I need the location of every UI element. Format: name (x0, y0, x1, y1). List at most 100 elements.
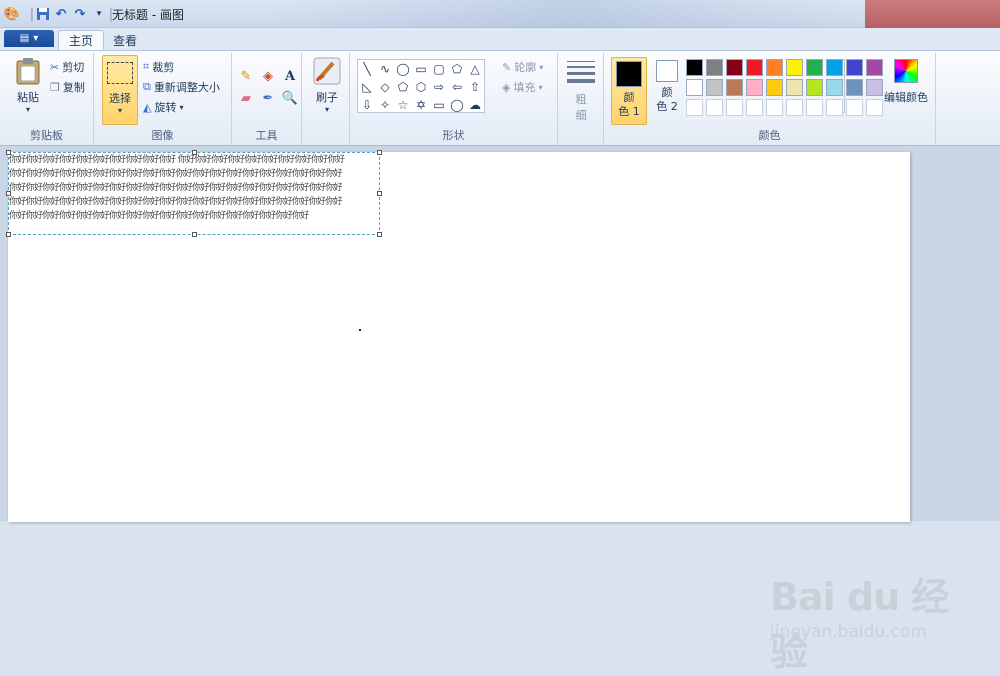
palette-swatch[interactable] (866, 99, 883, 116)
rounded-rectangle-shape-icon[interactable]: ▢ (430, 60, 448, 78)
palette-swatch[interactable] (786, 99, 803, 116)
pencil-icon[interactable]: ✎ (237, 67, 255, 85)
line-shape-icon[interactable]: ╲ (358, 60, 376, 78)
paint-menu-button[interactable]: ▤ ▾ (4, 30, 54, 47)
resize-handle[interactable] (377, 232, 382, 237)
palette-swatch[interactable] (726, 99, 743, 116)
palette-swatch[interactable] (806, 79, 823, 96)
palette-swatch[interactable] (726, 59, 743, 76)
palette-swatch[interactable] (686, 79, 703, 96)
palette-swatch[interactable] (866, 59, 883, 76)
palette-swatch[interactable] (846, 99, 863, 116)
eraser-icon[interactable]: ▰ (237, 89, 255, 107)
palette-swatch[interactable] (686, 59, 703, 76)
palette-swatch[interactable] (706, 59, 723, 76)
resize-handle[interactable] (6, 191, 11, 196)
cut-button[interactable]: ✂ 剪切 (50, 59, 84, 75)
curve-shape-icon[interactable]: ∿ (376, 60, 394, 78)
fill-bucket-icon[interactable]: ◈ (259, 67, 277, 85)
color2-button[interactable]: 颜色 2 (652, 57, 682, 125)
chevron-down-icon: ▾ (324, 105, 329, 114)
palette-swatch[interactable] (826, 59, 843, 76)
workspace: 你好你好你好你好你好你好你好你好你好你好 你好你好你好你好你好你好你好你好你好你… (0, 146, 1000, 674)
rotate-icon: ◭ (143, 100, 152, 114)
resize-handle[interactable] (377, 150, 382, 155)
resize-handle[interactable] (6, 232, 11, 237)
palette-swatch[interactable] (846, 79, 863, 96)
down-arrow-shape-icon[interactable]: ⇩ (358, 96, 376, 114)
color1-button[interactable]: 颜色 1 (611, 57, 647, 125)
palette-swatch[interactable] (826, 79, 843, 96)
palette-swatch[interactable] (766, 59, 783, 76)
rect-callout-icon[interactable]: ▭ (430, 96, 448, 114)
triangle-shape-icon[interactable]: △ (466, 60, 484, 78)
tab-home[interactable]: 主页 (58, 30, 105, 50)
resize-handle[interactable] (377, 191, 382, 196)
brush-group: 刷子 ▾ (302, 53, 350, 145)
watermark: Bai du 经验 jingyan.baidu.com (760, 558, 980, 674)
selection-rect-icon (107, 62, 133, 84)
rotate-button[interactable]: ◭ 旋转 ▾ (143, 99, 183, 115)
resize-handle[interactable] (192, 232, 197, 237)
palette-swatch[interactable] (746, 59, 763, 76)
palette-swatch[interactable] (766, 79, 783, 96)
tab-view[interactable]: 查看 (103, 30, 147, 50)
five-point-star-icon[interactable]: ☆ (394, 96, 412, 114)
right-arrow-shape-icon[interactable]: ⇨ (430, 78, 448, 96)
six-point-star-icon[interactable]: ✡ (412, 96, 430, 114)
size-button[interactable]: 粗 细 (564, 57, 598, 123)
palette-swatch[interactable] (826, 99, 843, 116)
palette-swatch[interactable] (866, 79, 883, 96)
left-arrow-shape-icon[interactable]: ⇦ (448, 78, 466, 96)
up-arrow-shape-icon[interactable]: ⇧ (466, 78, 484, 96)
chevron-down-icon: ▾ (539, 62, 544, 72)
crop-button[interactable]: ⌗ 裁剪 (143, 59, 174, 75)
color-picker-icon[interactable]: ✒ (259, 89, 277, 107)
palette-swatch[interactable] (726, 79, 743, 96)
oval-shape-icon[interactable]: ◯ (394, 60, 412, 78)
color1-swatch (616, 61, 642, 87)
polygon-shape-icon[interactable]: ⬠ (448, 60, 466, 78)
outline-button[interactable]: ✎ 轮廓 ▾ (502, 59, 543, 75)
drawing-canvas[interactable]: 你好你好你好你好你好你好你好你好你好你好 你好你好你好你好你好你好你好你好你好你… (6, 150, 910, 522)
cloud-callout-icon[interactable]: ☁ (466, 96, 484, 114)
diamond-shape-icon[interactable]: ◇ (376, 78, 394, 96)
fill-button[interactable]: ◈ 填充 ▾ (502, 79, 542, 95)
undo-icon[interactable]: ↶ (52, 5, 70, 23)
hexagon-shape-icon[interactable]: ⬡ (412, 78, 430, 96)
palette-swatch[interactable] (786, 59, 803, 76)
palette-swatch[interactable] (706, 79, 723, 96)
edit-colors-label: 编辑颜色 (884, 91, 928, 104)
palette-swatch[interactable] (846, 59, 863, 76)
palette-swatch[interactable] (766, 99, 783, 116)
chevron-down-icon: ▾ (179, 102, 184, 112)
pentagon-shape-icon[interactable]: ⬠ (394, 78, 412, 96)
oval-callout-icon[interactable]: ◯ (448, 96, 466, 114)
palette-swatch[interactable] (706, 99, 723, 116)
paint-app-icon[interactable]: 🎨 (3, 5, 21, 23)
copy-button[interactable]: ❐ 复制 (50, 79, 85, 95)
right-triangle-shape-icon[interactable]: ◺ (358, 78, 376, 96)
resize-handle[interactable] (192, 150, 197, 155)
palette-swatch[interactable] (686, 99, 703, 116)
selection-box[interactable] (6, 150, 382, 237)
redo-icon[interactable]: ↷ (71, 5, 89, 23)
magnifier-icon[interactable]: 🔍 (281, 89, 299, 107)
close-button[interactable] (865, 0, 1000, 28)
colors-group-label: 颜色 (758, 129, 781, 142)
palette-swatch[interactable] (746, 99, 763, 116)
four-point-star-icon[interactable]: ✧ (376, 96, 394, 114)
palette-swatch[interactable] (806, 59, 823, 76)
brush-button[interactable]: 刷子 ▾ (310, 57, 344, 114)
select-button[interactable]: 选择 ▾ (102, 55, 138, 125)
palette-swatch[interactable] (786, 79, 803, 96)
palette-swatch[interactable] (806, 99, 823, 116)
palette-swatch[interactable] (746, 79, 763, 96)
rectangle-shape-icon[interactable]: ▭ (412, 60, 430, 78)
edit-colors-button[interactable]: 编辑颜色 (884, 59, 928, 119)
resize-handle[interactable] (6, 150, 11, 155)
paste-button[interactable]: 粘贴 ▾ (10, 57, 46, 114)
resize-button[interactable]: ⧉ 重新调整大小 (143, 79, 220, 95)
save-icon[interactable] (34, 5, 52, 23)
text-tool-icon[interactable]: A (281, 67, 299, 85)
